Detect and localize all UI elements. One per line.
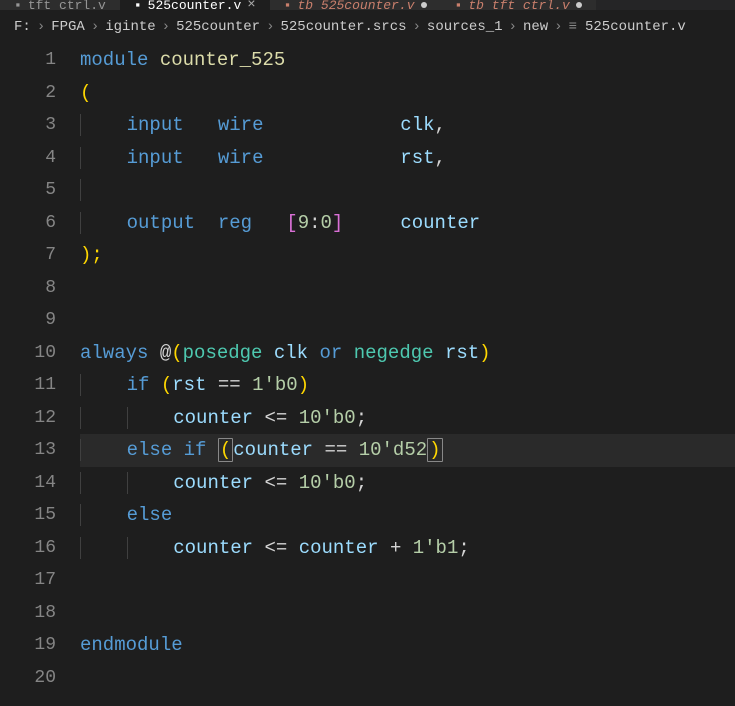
tab-label: tb_tft_ctrl.v bbox=[468, 0, 569, 10]
file-lines-icon: ≡ bbox=[569, 19, 577, 35]
code-line[interactable]: else bbox=[80, 499, 735, 532]
file-icon: ▪ bbox=[284, 0, 292, 10]
code-line[interactable] bbox=[80, 597, 735, 630]
chevron-right-icon: › bbox=[266, 19, 274, 35]
line-number: 10 bbox=[0, 337, 56, 370]
line-number: 6 bbox=[0, 207, 56, 240]
tab-tb-525counter[interactable]: ▪ tb_525counter.v bbox=[270, 0, 441, 10]
code-line[interactable] bbox=[80, 304, 735, 337]
code-line[interactable]: output reg [9:0] counter bbox=[80, 207, 735, 240]
file-icon: ▪ bbox=[134, 0, 142, 10]
chevron-right-icon: › bbox=[413, 19, 421, 35]
code-line[interactable]: module counter_525 bbox=[80, 44, 735, 77]
close-icon[interactable]: × bbox=[247, 0, 255, 10]
chevron-right-icon: › bbox=[37, 19, 45, 35]
tab-label: 525counter.v bbox=[148, 0, 242, 10]
code-line[interactable]: always @(posedge clk or negedge rst) bbox=[80, 337, 735, 370]
line-number: 1 bbox=[0, 44, 56, 77]
tab-bar: ▪ tft_ctrl.v ▪ 525counter.v × ▪ tb_525co… bbox=[0, 0, 735, 10]
breadcrumb-item[interactable]: FPGA bbox=[51, 19, 85, 35]
line-number-gutter: 1 2 3 4 5 6 7 8 9 10 11 12 13 14 15 16 1… bbox=[0, 44, 80, 694]
line-number: 2 bbox=[0, 77, 56, 110]
file-icon: ▪ bbox=[455, 0, 463, 10]
line-number: 19 bbox=[0, 629, 56, 662]
chevron-right-icon: › bbox=[554, 19, 562, 35]
code-content[interactable]: module counter_525 ( input wire clk, inp… bbox=[80, 44, 735, 694]
code-line[interactable]: ); bbox=[80, 239, 735, 272]
code-line[interactable]: input wire clk, bbox=[80, 109, 735, 142]
code-line[interactable]: counter <= 10'b0; bbox=[80, 467, 735, 500]
tab-525counter[interactable]: ▪ 525counter.v × bbox=[120, 0, 270, 10]
line-number: 14 bbox=[0, 467, 56, 500]
modified-dot-icon bbox=[421, 2, 427, 8]
code-line[interactable] bbox=[80, 174, 735, 207]
chevron-right-icon: › bbox=[91, 19, 99, 35]
file-icon: ▪ bbox=[14, 0, 22, 10]
tab-label: tft_ctrl.v bbox=[28, 0, 106, 10]
line-number: 3 bbox=[0, 109, 56, 142]
code-line[interactable]: counter <= counter + 1'b1; bbox=[80, 532, 735, 565]
code-line[interactable] bbox=[80, 272, 735, 305]
breadcrumb-item[interactable]: 525counter.srcs bbox=[280, 19, 406, 35]
code-line[interactable]: if (rst == 1'b0) bbox=[80, 369, 735, 402]
breadcrumb-item[interactable]: new bbox=[523, 19, 548, 35]
breadcrumb-item[interactable]: iginte bbox=[105, 19, 155, 35]
breadcrumb-item[interactable]: 525counter bbox=[176, 19, 260, 35]
breadcrumb-item[interactable]: F: bbox=[14, 19, 31, 35]
chevron-right-icon: › bbox=[162, 19, 170, 35]
line-number: 8 bbox=[0, 272, 56, 305]
line-number: 11 bbox=[0, 369, 56, 402]
tab-label: tb_525counter.v bbox=[297, 0, 414, 10]
code-editor[interactable]: 1 2 3 4 5 6 7 8 9 10 11 12 13 14 15 16 1… bbox=[0, 44, 735, 694]
chevron-right-icon: › bbox=[509, 19, 517, 35]
breadcrumb-item[interactable]: sources_1 bbox=[427, 19, 503, 35]
line-number: 4 bbox=[0, 142, 56, 175]
line-number: 16 bbox=[0, 532, 56, 565]
line-number: 7 bbox=[0, 239, 56, 272]
modified-dot-icon bbox=[576, 2, 582, 8]
code-line[interactable]: ( bbox=[80, 77, 735, 110]
tab-tb-tft-ctrl[interactable]: ▪ tb_tft_ctrl.v bbox=[441, 0, 596, 10]
line-number: 20 bbox=[0, 662, 56, 695]
line-number: 15 bbox=[0, 499, 56, 532]
code-line-active[interactable]: else if (counter == 10'd52) bbox=[80, 434, 735, 467]
line-number: 13 bbox=[0, 434, 56, 467]
breadcrumb-item[interactable]: 525counter.v bbox=[585, 19, 686, 35]
breadcrumb[interactable]: F: › FPGA › iginte › 525counter › 525counter… bbox=[0, 10, 735, 44]
tab-tft-ctrl[interactable]: ▪ tft_ctrl.v bbox=[0, 0, 120, 10]
code-line[interactable] bbox=[80, 564, 735, 597]
line-number: 17 bbox=[0, 564, 56, 597]
code-line[interactable]: counter <= 10'b0; bbox=[80, 402, 735, 435]
line-number: 9 bbox=[0, 304, 56, 337]
line-number: 5 bbox=[0, 174, 56, 207]
code-line[interactable] bbox=[80, 662, 735, 695]
line-number: 18 bbox=[0, 597, 56, 630]
code-line[interactable]: input wire rst, bbox=[80, 142, 735, 175]
line-number: 12 bbox=[0, 402, 56, 435]
code-line[interactable]: endmodule bbox=[80, 629, 735, 662]
